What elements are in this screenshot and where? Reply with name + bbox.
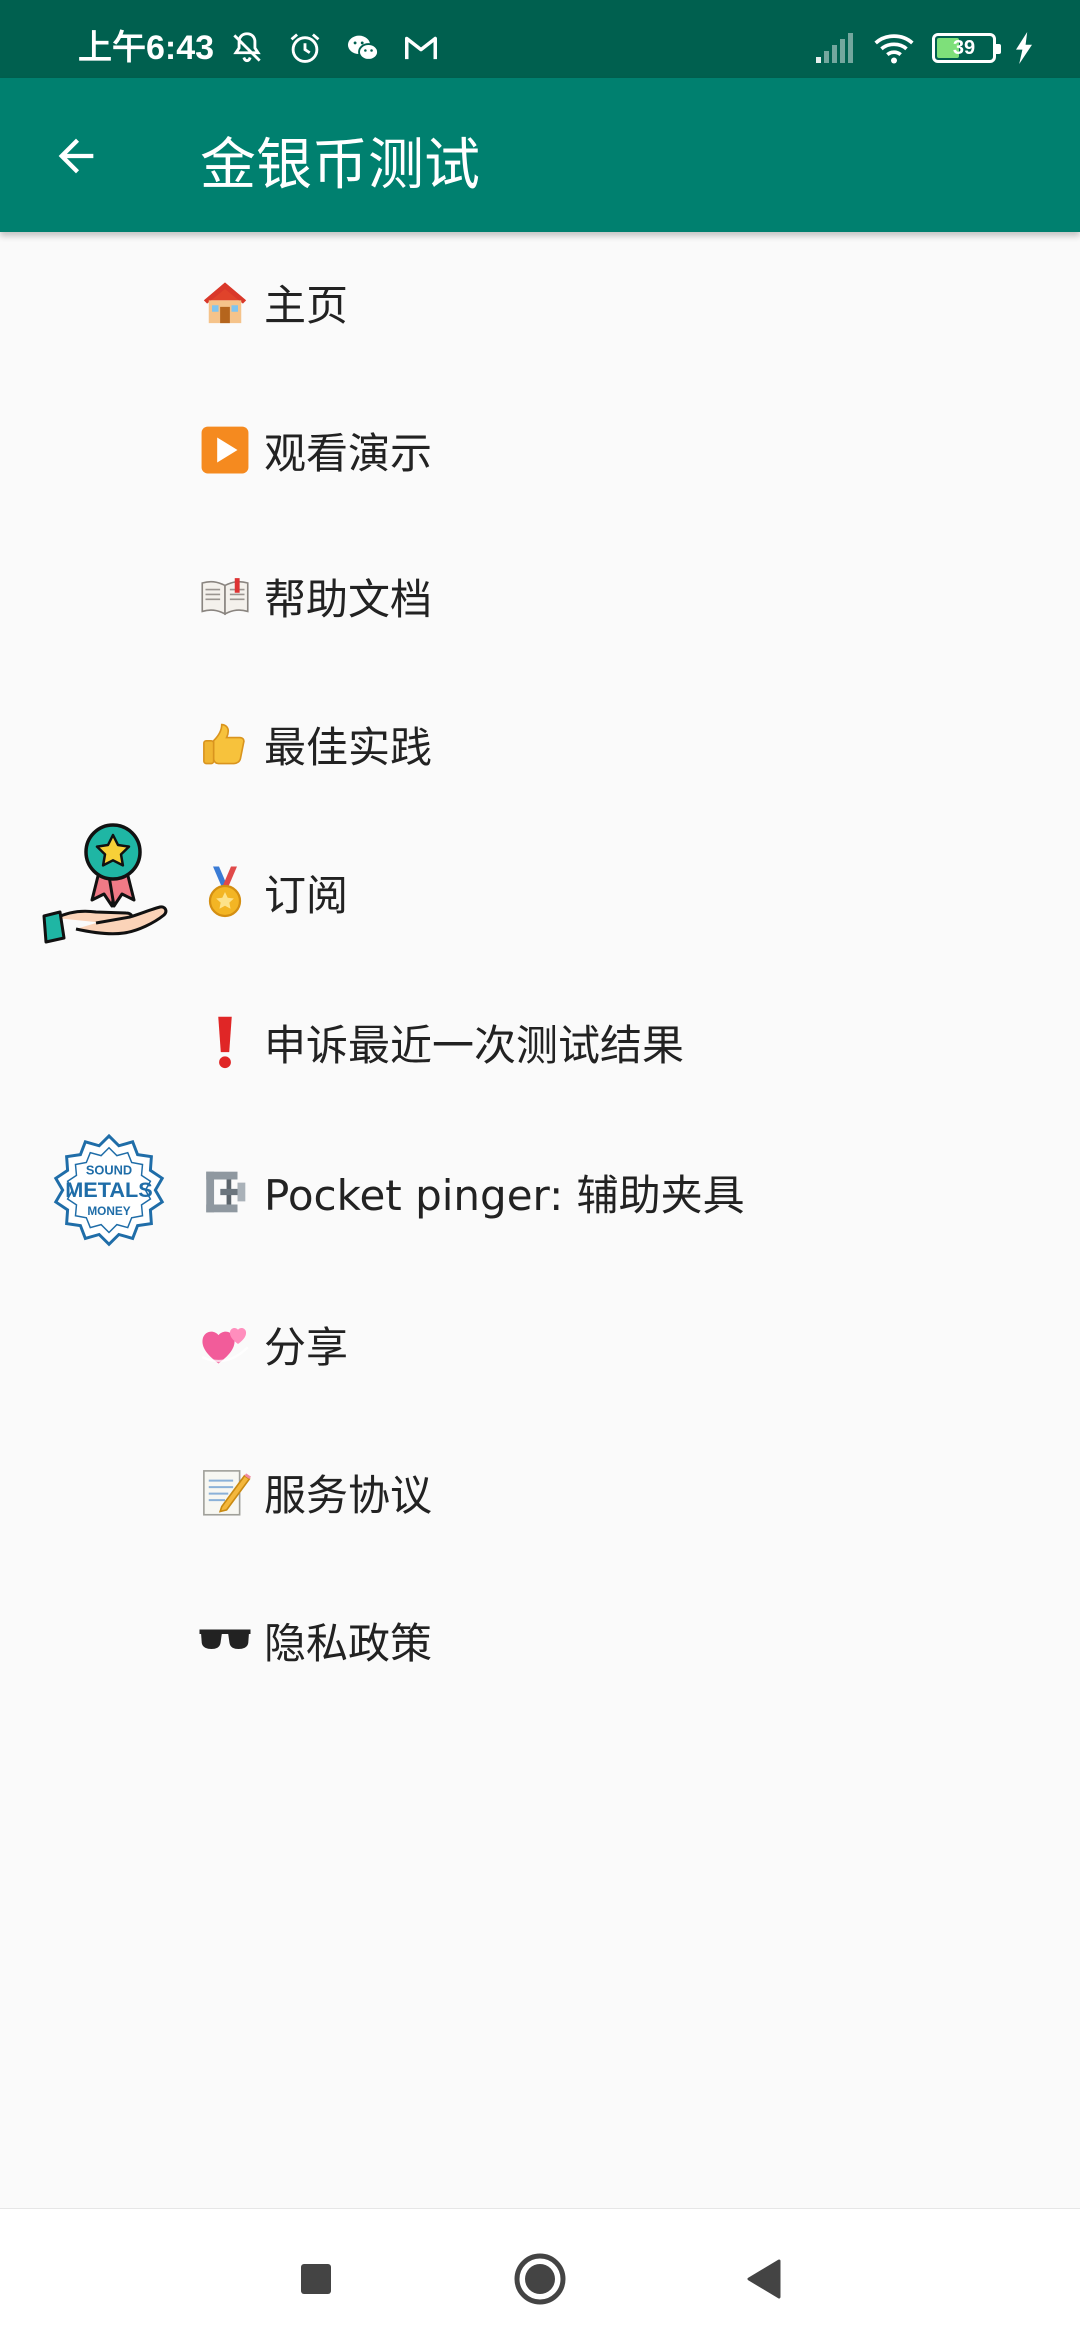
sunglasses-icon [198, 1613, 252, 1667]
hearts-icon [198, 1317, 252, 1371]
menu-item-home[interactable]: 主页 [0, 232, 1080, 372]
status-bar: 上午6:43 39 [0, 0, 1080, 78]
open-book-icon [198, 569, 252, 623]
menu-item-label: 隐私政策 [264, 1618, 433, 1668]
medal-icon [198, 865, 252, 919]
gmail-icon [405, 36, 437, 60]
recents-square-icon [301, 2264, 331, 2294]
exclamation-icon [198, 1015, 252, 1069]
back-triangle-icon [747, 2259, 781, 2299]
menu-item-label: Pocket pinger: 辅助夹具 [264, 1170, 745, 1220]
signal-icon [816, 33, 853, 63]
recents-button[interactable] [286, 2249, 346, 2309]
menu-item-help-docs[interactable]: 帮助文档 [0, 526, 1080, 666]
menu-item-label: 申诉最近一次测试结果 [264, 1020, 685, 1070]
menu-item-label: 分享 [264, 1322, 349, 1372]
clamp-icon [198, 1165, 252, 1219]
menu-item-best-practices[interactable]: 最佳实践 [0, 674, 1080, 814]
mute-icon [233, 32, 261, 63]
nav-back-button[interactable] [734, 2249, 794, 2309]
status-icons-left [228, 28, 440, 68]
app-bar: 金银币测试 [0, 78, 1080, 232]
page-title: 金银币测试 [200, 133, 480, 198]
charging-icon [1016, 32, 1032, 64]
menu-item-label: 主页 [264, 280, 349, 330]
status-time: 上午6:43 [78, 29, 215, 67]
menu-item-share[interactable]: 分享 [0, 1274, 1080, 1414]
menu-item-appeal[interactable]: 申诉最近一次测试结果 [0, 972, 1080, 1112]
thumbs-up-icon [198, 717, 252, 771]
play-button-icon [198, 423, 252, 477]
arrow-back-icon [58, 138, 94, 174]
house-icon [198, 275, 252, 329]
menu-item-service-agreement[interactable]: 服务协议 [0, 1422, 1080, 1562]
alarm-icon [290, 33, 320, 63]
back-button[interactable] [36, 116, 116, 196]
wechat-icon [347, 35, 379, 61]
wifi-icon [874, 34, 914, 64]
menu-item-pocket-pinger[interactable]: Pocket pinger: 辅助夹具 [0, 1122, 1080, 1262]
menu-item-watch-demo[interactable]: 观看演示 [0, 380, 1080, 520]
home-button[interactable] [510, 2249, 570, 2309]
home-circle-icon [514, 2253, 566, 2305]
menu-item-label: 订阅 [264, 870, 349, 920]
menu-item-subscribe[interactable]: 订阅 [0, 822, 1080, 962]
menu-item-privacy-policy[interactable]: 隐私政策 [0, 1570, 1080, 1710]
menu-item-label: 观看演示 [264, 428, 433, 478]
battery-level: 39 [952, 36, 976, 59]
menu-item-label: 最佳实践 [264, 722, 433, 772]
menu-item-label: 服务协议 [264, 1470, 433, 1520]
battery-icon: 39 [932, 33, 1001, 63]
status-icons-right: 39 [814, 28, 1034, 68]
navigation-bar [0, 2208, 1080, 2340]
memo-icon [198, 1465, 252, 1519]
menu-item-label: 帮助文档 [264, 574, 433, 624]
